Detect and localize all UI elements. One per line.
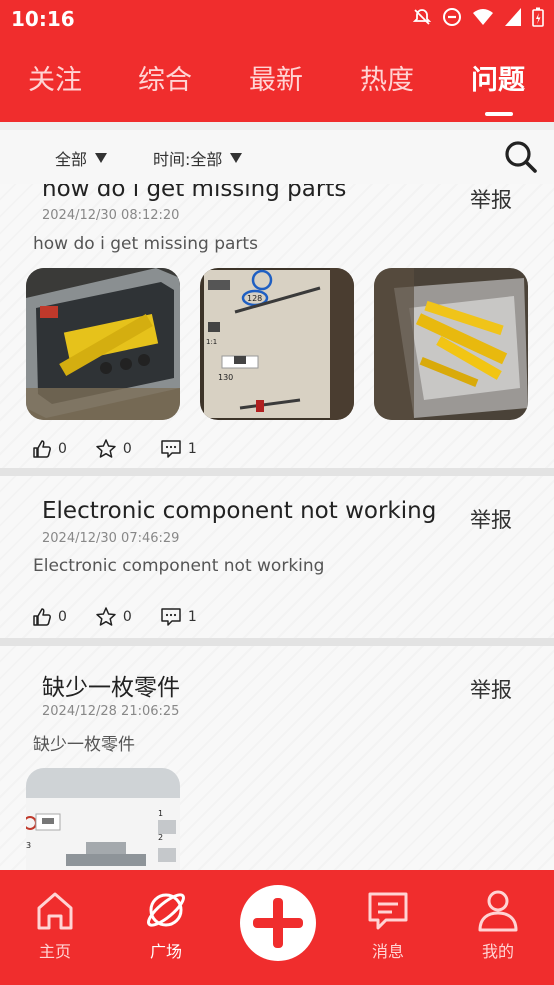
time-filter-dropdown[interactable]: 时间:全部	[153, 146, 243, 170]
nav-plaza[interactable]: 广场	[126, 888, 206, 962]
comment-count: 1	[187, 441, 197, 457]
post-divider	[0, 468, 554, 476]
like-count: 0	[58, 609, 67, 625]
thumbs-up-icon	[33, 440, 51, 458]
report-button[interactable]: 举报	[470, 184, 512, 214]
post-description: how do i get missing parts	[33, 234, 258, 254]
tab-popular[interactable]: 热度	[332, 58, 442, 97]
post-actions: 0 0 1	[32, 606, 225, 628]
status-bar: 10:16	[0, 0, 554, 38]
message-icon	[368, 892, 408, 930]
search-icon	[505, 141, 537, 173]
svg-text:1: 1	[158, 809, 163, 818]
favorite-button[interactable]: 0	[95, 438, 132, 460]
tab-general[interactable]: 综合	[110, 58, 220, 97]
post-title: how do i get missing parts	[42, 184, 347, 202]
like-count: 0	[58, 441, 67, 457]
nav-messages[interactable]: 消息	[348, 888, 428, 962]
status-time: 10:16	[11, 7, 75, 31]
add-post-button[interactable]	[240, 885, 316, 961]
nav-home[interactable]: 主页	[15, 888, 95, 962]
comment-button[interactable]: 1	[160, 607, 197, 627]
caret-down-icon	[95, 153, 108, 163]
top-tabs: 关注 综合 最新 热度 问题	[0, 48, 554, 118]
nav-profile[interactable]: 我的	[458, 888, 538, 962]
comment-icon	[161, 608, 181, 626]
post-card[interactable]: Electronic component not working 举报 2024…	[0, 476, 554, 638]
tab-questions[interactable]: 问题	[443, 58, 553, 97]
svg-text:3: 3	[26, 841, 31, 850]
nav-profile-label: 我的	[481, 942, 514, 961]
comment-button[interactable]: 1	[160, 439, 197, 459]
post-date: 2024/12/28 21:06:25	[42, 704, 180, 719]
thumbs-up-icon	[33, 608, 51, 626]
favorite-button[interactable]: 0	[95, 606, 132, 628]
profile-icon	[478, 890, 518, 932]
signal-icon	[504, 7, 522, 27]
bottom-nav: 主页 广场 消息 我的	[0, 870, 554, 985]
bell-off-icon	[412, 7, 432, 27]
svg-text:1:1: 1:1	[206, 338, 217, 346]
star-icon	[96, 607, 116, 626]
search-button[interactable]	[504, 140, 538, 174]
post-divider	[0, 638, 554, 646]
comment-count: 1	[187, 609, 197, 625]
comment-icon	[161, 440, 181, 458]
post-feed[interactable]: how do i get missing parts 举报 2024/12/30…	[0, 184, 554, 870]
post-card[interactable]: how do i get missing parts 举报 2024/12/30…	[0, 184, 554, 468]
svg-text:2: 2	[158, 833, 163, 842]
plus-icon	[253, 898, 303, 948]
battery-icon	[532, 7, 544, 27]
report-button[interactable]: 举报	[470, 674, 512, 704]
post-date: 2024/12/30 08:12:20	[42, 208, 180, 223]
planet-icon	[147, 893, 185, 927]
post-actions: 0 0 1	[32, 438, 225, 460]
wifi-icon	[472, 7, 494, 27]
post-description: Electronic component not working	[33, 556, 325, 576]
star-icon	[96, 439, 116, 458]
status-icons	[412, 7, 544, 27]
svg-text:130: 130	[218, 373, 233, 382]
favorite-count: 0	[122, 441, 132, 457]
home-icon	[37, 892, 73, 930]
post-image[interactable]	[26, 268, 180, 420]
post-card[interactable]: 缺少一枚零件 举报 2024/12/28 21:06:25 缺少一枚零件 3 1…	[0, 646, 554, 870]
do-not-disturb-icon	[442, 7, 462, 27]
tab-following[interactable]: 关注	[0, 58, 110, 97]
category-filter-dropdown[interactable]: 全部	[55, 146, 108, 170]
like-button[interactable]: 0	[32, 607, 67, 627]
svg-text:128: 128	[247, 294, 262, 303]
post-title: Electronic component not working	[42, 498, 437, 524]
post-date: 2024/12/30 07:46:29	[42, 531, 180, 546]
post-title: 缺少一枚零件	[42, 675, 180, 701]
tab-latest[interactable]: 最新	[221, 58, 331, 97]
report-button[interactable]: 举报	[470, 504, 512, 534]
nav-plaza-label: 广场	[149, 942, 182, 961]
favorite-count: 0	[122, 609, 132, 625]
tab-active-indicator	[485, 112, 513, 116]
filter-bar: 全部 时间:全部	[0, 130, 554, 184]
like-button[interactable]: 0	[32, 439, 67, 459]
time-filter-label: 时间:全部	[153, 150, 223, 169]
post-image[interactable]	[374, 268, 528, 420]
post-image[interactable]: 3 1 2	[26, 768, 180, 870]
app-header: 10:16 关注 综合 最新 热度 问题	[0, 0, 554, 122]
nav-messages-label: 消息	[371, 942, 404, 961]
category-filter-label: 全部	[55, 150, 88, 169]
caret-down-icon	[230, 153, 243, 163]
nav-home-label: 主页	[38, 942, 71, 961]
post-description: 缺少一枚零件	[33, 735, 135, 755]
post-image[interactable]: 128 1:1 130	[200, 268, 354, 420]
